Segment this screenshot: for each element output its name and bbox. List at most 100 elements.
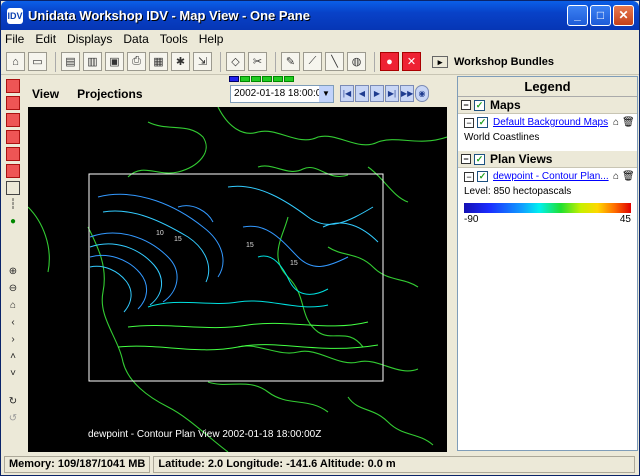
map-canvas[interactable]: 10 15 15 15 dewpoint - Contour Plan View…	[28, 107, 447, 452]
print-icon[interactable]: ⎙	[127, 52, 146, 71]
main-toolbar: ⌂ ▭ ▤ ▥ ▣ ⎙ ▦ ✱ ⇲ ◇ ✂ ✎ ⟋ ╲ ◍ ● ✕ ▸ Work…	[1, 49, 639, 75]
pan-up-icon[interactable]: ˄	[6, 350, 20, 364]
pan-down-icon[interactable]: ˅	[6, 367, 20, 381]
line-icon[interactable]: ╲	[325, 52, 344, 71]
lock-icon[interactable]: ⌂	[613, 171, 619, 182]
trash-icon[interactable]: 🗑	[622, 171, 635, 182]
menu-data[interactable]: Data	[123, 32, 148, 46]
contour-label: 15	[290, 260, 298, 267]
view-east-icon[interactable]	[6, 130, 20, 144]
timestep-light	[240, 76, 250, 82]
globe-view-icon[interactable]: ●	[6, 215, 20, 229]
first-frame-icon[interactable]: |◀	[340, 85, 354, 102]
rotate-icon[interactable]: ↻	[6, 395, 20, 409]
bundles-label: Workshop Bundles	[454, 55, 555, 68]
folder-icon[interactable]: ▥	[83, 52, 102, 71]
map-view[interactable]: 10 15 15 15 dewpoint - Contour Plan View…	[28, 107, 447, 452]
toolbar-separator	[55, 51, 56, 72]
chevron-down-icon[interactable]: ▼	[319, 86, 333, 102]
projections-menu[interactable]: Projections	[77, 87, 142, 101]
close-red-icon[interactable]: ✕	[402, 52, 421, 71]
home-icon[interactable]: ⌂	[6, 52, 25, 71]
memory-status: Memory: 109/187/1041 MB	[4, 456, 151, 473]
menu-displays[interactable]: Displays	[67, 32, 112, 46]
color-bar-labels: -90 45	[464, 214, 631, 225]
close-button[interactable]: ✕	[613, 5, 634, 26]
color-bar-min: -90	[464, 214, 479, 225]
tool-gap	[6, 232, 20, 262]
view-bottom-icon[interactable]	[6, 96, 20, 110]
animation-controls: |◀ ◀ ▶ ▶| ▶▶ ◉	[340, 85, 429, 102]
animation-settings-icon[interactable]: ◉	[415, 85, 429, 102]
contour-label: 15	[246, 242, 254, 249]
display-subtitle: Level: 850 hectopascals	[464, 186, 572, 197]
transect-icon[interactable]: ⟋	[303, 52, 322, 71]
play-icon[interactable]: ▶	[370, 85, 384, 102]
timestep-light	[273, 76, 283, 82]
view-top-icon[interactable]	[6, 79, 20, 93]
redo-view-icon[interactable]: ↺	[6, 412, 20, 426]
collapse-icon[interactable]: −	[461, 100, 471, 110]
legend-item-maps: − ✓ Default Background Maps ⌂ 🗑	[458, 114, 637, 131]
menu-file[interactable]: File	[5, 32, 24, 46]
last-frame-icon[interactable]: ▶▶	[400, 85, 414, 102]
save-icon[interactable]: ▣	[105, 52, 124, 71]
color-bar-max: 45	[619, 214, 631, 225]
display-link[interactable]: Default Background Maps	[493, 117, 611, 128]
workshop-bundles-menu[interactable]: ▸ Workshop Bundles	[432, 55, 555, 68]
menu-help[interactable]: Help	[199, 32, 224, 46]
toolbar-separator	[220, 51, 221, 72]
bundles-icon: ▸	[432, 55, 448, 68]
section-title: Plan Views	[490, 152, 553, 166]
minimize-button[interactable]: _	[567, 5, 588, 26]
image-icon[interactable]: ▦	[149, 52, 168, 71]
reset-view-icon[interactable]: ⌂	[6, 299, 20, 313]
pan-right-icon[interactable]: ›	[6, 333, 20, 347]
checkbox-icon[interactable]: ✓	[474, 99, 485, 111]
status-bar: Memory: 109/187/1041 MB Latitude: 2.0 Lo…	[1, 454, 639, 475]
record-icon[interactable]: ●	[380, 52, 399, 71]
menu-edit[interactable]: Edit	[35, 32, 56, 46]
step-back-icon[interactable]: ◀	[355, 85, 369, 102]
pencil-icon[interactable]: ✎	[281, 52, 300, 71]
toolbar-separator	[275, 51, 276, 72]
contour-label: 10	[156, 230, 164, 237]
app-window: IDV Unidata Workshop IDV - Map View - On…	[0, 0, 640, 476]
view-menu[interactable]: View	[32, 87, 59, 101]
checkbox-icon[interactable]: ✓	[474, 153, 485, 165]
zoom-in-icon[interactable]: ⊕	[6, 265, 20, 279]
checkbox-icon[interactable]: ✓	[477, 171, 488, 182]
view-north-icon[interactable]	[6, 113, 20, 127]
title-bar[interactable]: IDV Unidata Workshop IDV - Map View - On…	[1, 1, 639, 30]
open-icon[interactable]: ▤	[61, 52, 80, 71]
zoom-out-icon[interactable]: ⊖	[6, 282, 20, 296]
eraser-icon[interactable]: ◇	[226, 52, 245, 71]
menu-tools[interactable]: Tools	[160, 32, 188, 46]
export-icon[interactable]: ⇲	[193, 52, 212, 71]
trash-icon[interactable]: 🗑	[622, 117, 635, 128]
collapse-icon[interactable]: −	[461, 154, 471, 164]
time-select[interactable]: 2002-01-18 18:00:00Z ▼	[230, 85, 334, 103]
new-window-icon[interactable]: ▭	[28, 52, 47, 71]
collapse-icon[interactable]: −	[464, 117, 474, 128]
pan-left-icon[interactable]: ‹	[6, 316, 20, 330]
scissors-icon[interactable]: ✂	[248, 52, 267, 71]
collapse-icon[interactable]: −	[464, 171, 474, 182]
checkbox-icon[interactable]: ✓	[477, 117, 488, 128]
legend-section-plan-views[interactable]: − ✓ Plan Views	[458, 151, 637, 168]
step-forward-icon[interactable]: ▶|	[385, 85, 399, 102]
timestep-light	[229, 76, 239, 82]
legend-item-plan-view: − ✓ dewpoint - Contour Plan... ⌂ 🗑	[458, 168, 637, 185]
globe-icon[interactable]: ◍	[347, 52, 366, 71]
vertical-scale-icon[interactable]: ┆	[6, 198, 20, 212]
lock-icon[interactable]: ⌂	[613, 117, 619, 128]
legend-section-maps[interactable]: − ✓ Maps	[458, 97, 637, 114]
view-west-icon[interactable]	[6, 164, 20, 178]
display-subtitle: World Coastlines	[464, 132, 540, 143]
view-box-icon[interactable]	[6, 181, 20, 195]
timestep-light	[262, 76, 272, 82]
display-link[interactable]: dewpoint - Contour Plan...	[493, 171, 611, 182]
view-south-icon[interactable]	[6, 147, 20, 161]
maximize-button[interactable]: □	[590, 5, 611, 26]
bulb-icon[interactable]: ✱	[171, 52, 190, 71]
